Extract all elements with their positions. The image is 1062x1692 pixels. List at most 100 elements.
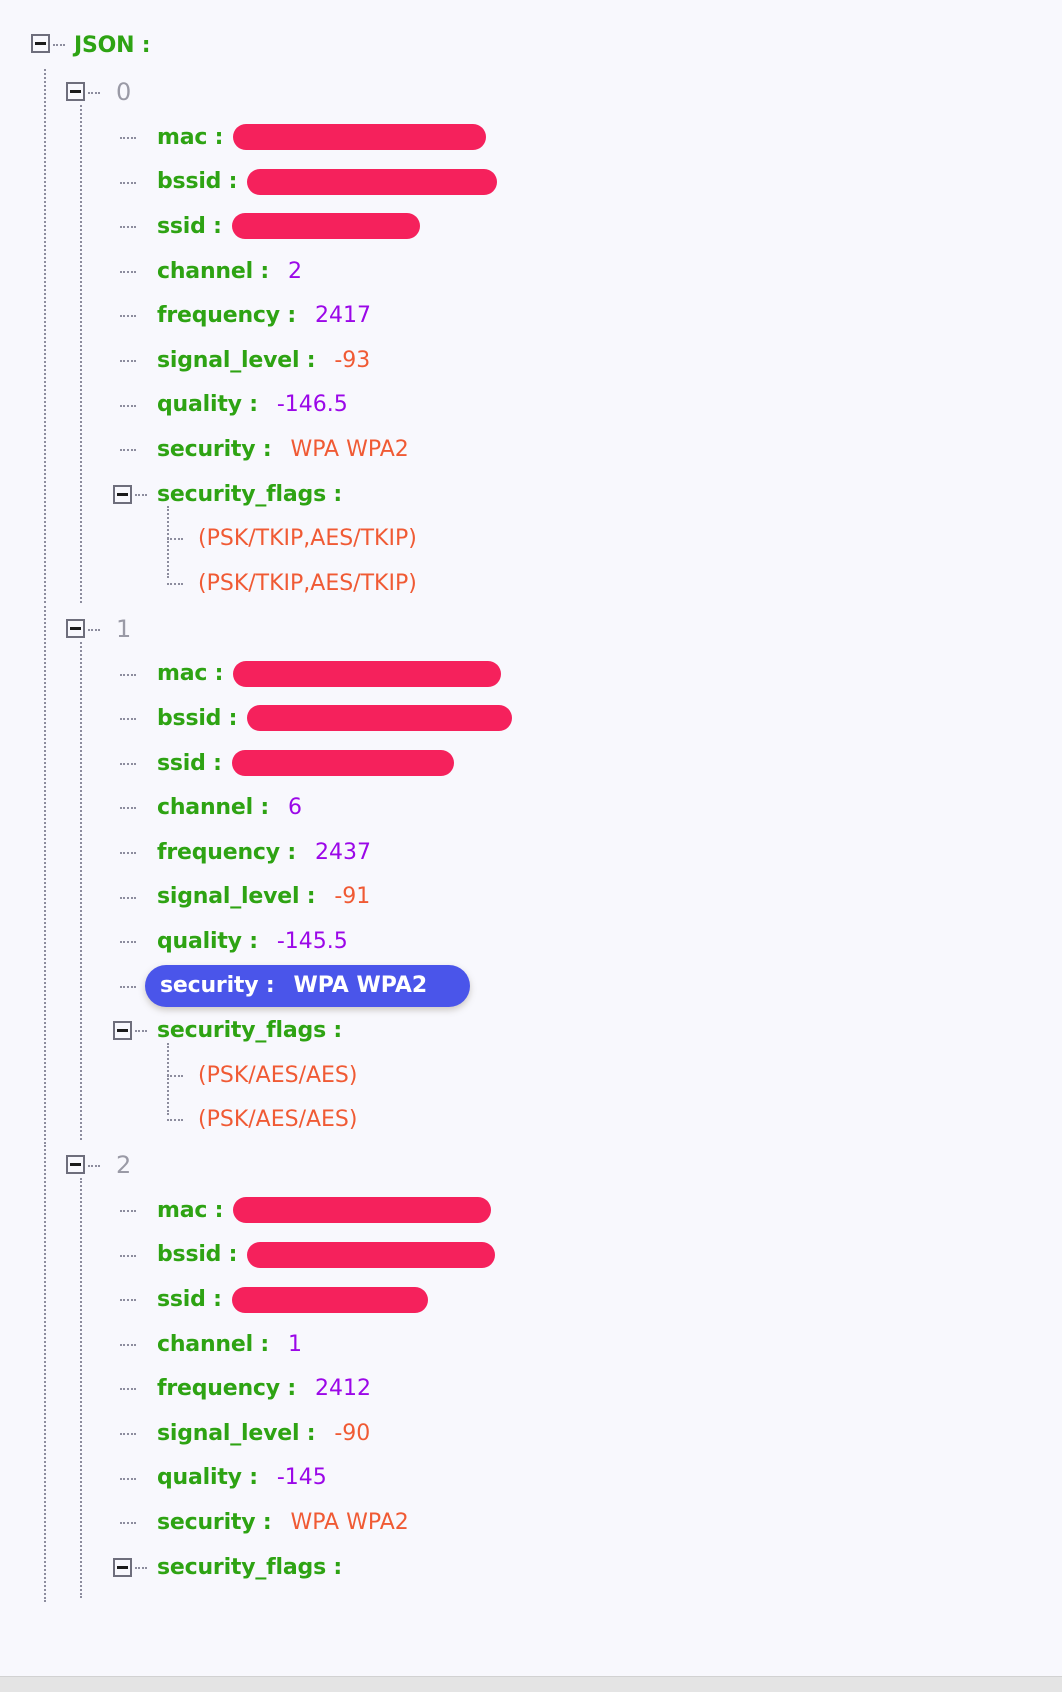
expander-entry-1[interactable] xyxy=(66,618,85,638)
tree-row-ssid[interactable]: ssid : xyxy=(0,741,1062,786)
tree-row-index[interactable]: 1 xyxy=(0,606,1062,652)
tree-group-0[interactable]: 0 mac : bssid : ssid: channel: 2 frequ… xyxy=(0,69,1062,606)
tree-row-quality[interactable]: quality : -145.5 xyxy=(0,919,1062,964)
tree-row-security[interactable]: security : WPA WPA2 xyxy=(0,1500,1062,1545)
tree-row-root[interactable]: JSON : xyxy=(0,22,1062,69)
redacted-value-ssid xyxy=(231,213,420,240)
redacted-value-bssid xyxy=(247,1241,496,1268)
tree-row-index[interactable]: 2 xyxy=(0,1142,1062,1188)
flag-value: (PSK/AES/AES) xyxy=(198,1062,358,1088)
tree-row-bssid[interactable]: bssid : xyxy=(0,160,1062,205)
tree-row-mac[interactable]: mac : xyxy=(0,115,1062,160)
expander-entry-2[interactable] xyxy=(66,1155,85,1175)
tree-elbow xyxy=(120,1522,136,1525)
minus-icon xyxy=(70,626,81,630)
tree-row-flag-item[interactable]: (PSK/AES/AES) xyxy=(0,1097,1062,1142)
field-value-channel: 6 xyxy=(288,795,302,821)
tree-row-security-flags[interactable]: security_flags : xyxy=(0,472,1062,517)
tree-row-quality[interactable]: quality : -146.5 xyxy=(0,383,1062,428)
field-value-quality: -145.5 xyxy=(276,928,348,954)
field-value-signal-level: -91 xyxy=(334,884,371,910)
tree-row-signal-level[interactable]: signal_level : -91 xyxy=(0,875,1062,920)
field-label-channel: channel : xyxy=(157,1331,269,1357)
tree-row-security-selected[interactable]: security : WPA WPA2 xyxy=(0,964,1062,1009)
tree-row-frequency[interactable]: frequency : 2417 xyxy=(0,293,1062,338)
bottom-system-band xyxy=(0,1676,1062,1692)
tree-row-security[interactable]: security : WPA WPA2 xyxy=(0,427,1062,472)
field-label-ssid: ssid : xyxy=(157,750,222,776)
tree-row-security-flags[interactable]: security_flags : xyxy=(0,1545,1062,1590)
redacted-value-bssid xyxy=(247,705,513,732)
field-label-security-flags: security_flags : xyxy=(157,1018,343,1044)
tree-row-index[interactable]: 0 xyxy=(0,69,1062,115)
expander-security-flags[interactable] xyxy=(113,1557,132,1577)
field-label-channel: channel : xyxy=(157,795,269,821)
field-value-quality: -146.5 xyxy=(276,392,348,418)
tree-row-signal-level[interactable]: signal_level : -90 xyxy=(0,1411,1062,1456)
flag-value: (PSK/TKIP,AES/TKIP) xyxy=(198,570,417,596)
tree-row-signal-level[interactable]: signal_level : -93 xyxy=(0,338,1062,383)
tree-row-quality[interactable]: quality : -145 xyxy=(0,1456,1062,1501)
minus-icon xyxy=(117,492,128,496)
tree-row-channel[interactable]: channel : 6 xyxy=(0,785,1062,830)
tree-row-channel[interactable]: channel : 1 xyxy=(0,1322,1062,1367)
field-value-frequency: 2437 xyxy=(314,839,371,865)
expander-entry-0[interactable] xyxy=(66,82,85,101)
tree-row-flag-item[interactable]: (PSK/TKIP,AES/TKIP) xyxy=(0,561,1062,606)
tree-row-bssid[interactable]: bssid : xyxy=(0,1233,1062,1278)
field-label-bssid: bssid : xyxy=(157,169,238,195)
connector-dots xyxy=(88,92,100,94)
field-label-security: security : xyxy=(157,1510,272,1536)
field-label-frequency: frequency : xyxy=(157,1376,296,1402)
entry-index-label: 1 xyxy=(116,614,132,643)
tree-row-flag-item[interactable]: (PSK/AES/AES) xyxy=(0,1053,1062,1098)
minus-icon xyxy=(70,1163,81,1167)
field-value-security: WPA WPA2 xyxy=(290,1510,409,1536)
field-label-security-flags: security_flags : xyxy=(157,481,343,507)
field-label-quality: quality : xyxy=(157,1465,258,1491)
tree-elbow xyxy=(120,985,136,988)
tree-elbow xyxy=(120,1388,136,1391)
expander-security-flags[interactable] xyxy=(113,1021,132,1041)
tree-elbow xyxy=(120,807,136,810)
tree-elbow xyxy=(120,226,136,229)
tree-row-channel[interactable]: channel : 2 xyxy=(0,249,1062,294)
tree-group-1[interactable]: 1 mac : bssid : ssid: channel: 6 frequ… xyxy=(0,605,1062,1143)
field-label-quality: quality : xyxy=(157,928,258,954)
tree-elbow xyxy=(120,404,136,407)
tree-elbow xyxy=(120,315,136,318)
tree-row-mac[interactable]: mac : xyxy=(0,1188,1062,1233)
tree-elbow xyxy=(120,851,136,854)
field-value-quality: -145 xyxy=(276,1465,327,1491)
field-label-ssid: ssid : xyxy=(157,1287,222,1313)
expander-security-flags[interactable] xyxy=(113,484,132,504)
field-label-security-flags: security_flags : xyxy=(157,1554,343,1580)
tree-group-2[interactable]: 2 mac : bssid : ssid: channel: 1 frequ… xyxy=(0,1142,1062,1603)
flag-value: (PSK/AES/AES) xyxy=(198,1107,358,1133)
tree-elbow xyxy=(120,270,136,273)
expander-root[interactable] xyxy=(31,34,50,53)
field-label-frequency: frequency : xyxy=(157,303,296,329)
field-value-frequency: 2417 xyxy=(314,303,371,329)
tree-row-flag-item[interactable]: (PSK/TKIP,AES/TKIP) xyxy=(0,516,1062,561)
tree-row-ssid[interactable]: ssid : xyxy=(0,204,1062,249)
tree-row-mac[interactable]: mac : xyxy=(0,652,1062,697)
tree-row-bssid[interactable]: bssid : xyxy=(0,696,1062,741)
field-value-security: WPA WPA2 xyxy=(290,436,409,462)
flag-value: (PSK/TKIP,AES/TKIP) xyxy=(198,526,417,552)
tree-elbow xyxy=(120,181,136,184)
tree-elbow xyxy=(120,1477,136,1480)
tree-row-frequency[interactable]: frequency : 2437 xyxy=(0,830,1062,875)
root-label: JSON : xyxy=(74,33,151,58)
tree-elbow xyxy=(120,1299,136,1302)
tree-row-ssid[interactable]: ssid : xyxy=(0,1277,1062,1322)
field-value-frequency: 2412 xyxy=(314,1376,371,1402)
field-label-bssid: bssid : xyxy=(157,705,238,731)
tree-row-security-flags[interactable]: security_flags : xyxy=(0,1008,1062,1053)
field-label-bssid: bssid : xyxy=(157,1242,238,1268)
tree-row-frequency[interactable]: frequency : 2412 xyxy=(0,1366,1062,1411)
field-label-mac: mac : xyxy=(157,1197,224,1223)
field-value-security: WPA WPA2 xyxy=(293,973,428,999)
tree-elbow xyxy=(120,1433,136,1436)
json-tree-viewer[interactable]: JSON : 0 mac : bssid: ssid: channel: … xyxy=(0,0,1062,1680)
